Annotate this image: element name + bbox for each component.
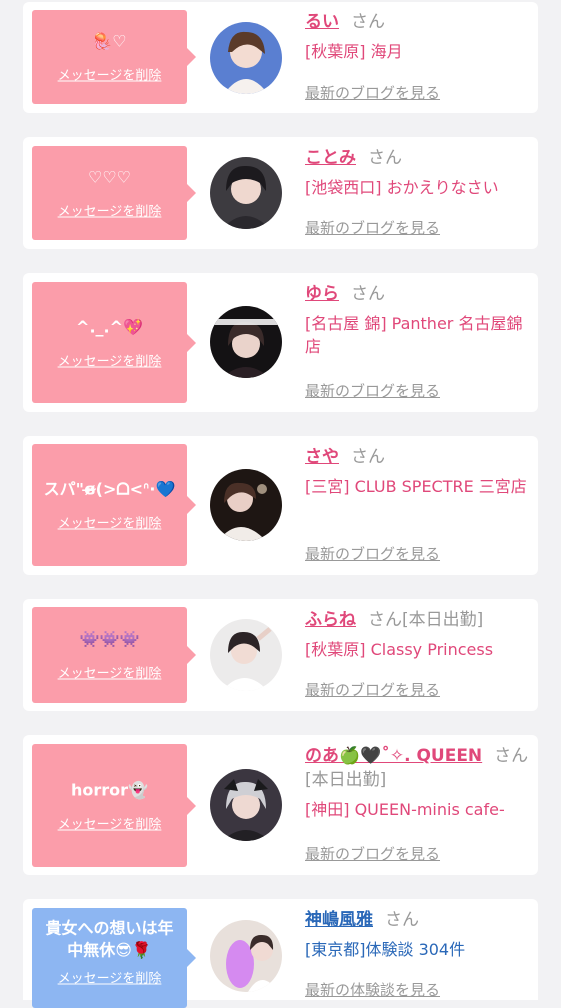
honorific: さん [368, 610, 402, 630]
favorite-card: ♡♡♡ メッセージを削除 ことみ さん [池袋西口] おかえりなさい 最新のブログ… [23, 137, 538, 249]
message-text: 🪼♡ [92, 31, 127, 51]
message-bubble: スパ"ɞ̴̶̷(>ᗝ<ᐢ·💙 メッセージを削除 [32, 444, 196, 566]
cast-name-link[interactable]: るい [305, 12, 339, 32]
cast-name-link[interactable]: 神嶋風雅 [305, 910, 373, 930]
store-text: [秋葉原] Classy Princess [305, 640, 494, 659]
honorific: さん [351, 447, 385, 467]
delete-message-link[interactable]: メッセージを削除 [58, 968, 162, 987]
honorific: さん [351, 284, 385, 304]
latest-blog-link[interactable]: 最新のブログを見る [305, 543, 440, 564]
status-text: [本日出勤] [402, 610, 484, 630]
favorite-card: ^._.^💖 メッセージを削除 ゆら さん [名古屋 錦] Panther 名古屋… [23, 273, 538, 412]
cast-info: ゆら さん [名古屋 錦] Panther 名古屋錦店 [305, 282, 533, 358]
store-text: [神田] QUEEN-minis cafe- [305, 800, 505, 819]
message-text: horror👻 [71, 780, 148, 799]
cast-name-link[interactable]: ふらね [305, 610, 356, 630]
cast-info: さや さん [三宮] CLUB SPECTRE 三宮店 [305, 445, 533, 498]
delete-message-link[interactable]: メッセージを削除 [58, 813, 162, 832]
message-bubble: horror👻 メッセージを削除 [32, 744, 196, 867]
latest-blog-link[interactable]: 最新のブログを見る [305, 217, 440, 238]
cast-name-link[interactable]: ゆら [305, 284, 339, 304]
latest-review-link[interactable]: 最新の体験談を見る [305, 979, 440, 1000]
store-text: [名古屋 錦] Panther 名古屋錦店 [305, 314, 523, 356]
store-text: [秋葉原] 海月 [305, 42, 403, 61]
cast-name-link[interactable]: のあ🍏🖤˚✧. QUEEN [305, 746, 482, 766]
message-text: 👾👾👾 [79, 629, 140, 649]
avatar[interactable] [210, 157, 282, 229]
delete-message-link[interactable]: メッセージを削除 [58, 663, 162, 682]
avatar[interactable] [210, 22, 282, 94]
avatar[interactable] [210, 769, 282, 841]
favorite-card: 貴女への想いは年中無休😎🌹 メッセージを削除 神嶋風雅 さん [東京都]体験談 3… [23, 899, 538, 1008]
delete-message-link[interactable]: メッセージを削除 [58, 513, 162, 532]
cast-name-link[interactable]: ことみ [305, 148, 356, 168]
message-text: スパ"ɞ̴̶̷(>ᗝ<ᐢ·💙 [43, 479, 176, 499]
avatar[interactable] [210, 306, 282, 378]
delete-message-link[interactable]: メッセージを削除 [58, 350, 162, 369]
message-text: 貴女への想いは年中無休😎🌹 [45, 918, 174, 960]
cast-name-link[interactable]: さや [305, 447, 339, 467]
honorific: さん [494, 746, 529, 766]
cast-info: るい さん [秋葉原] 海月 [305, 10, 533, 63]
status-text: [本日出勤] [305, 770, 387, 790]
honorific: さん [351, 12, 385, 32]
favorite-card: horror👻 メッセージを削除 のあ🍏🖤˚✧. QUEEN さん [本日出勤] [… [23, 735, 538, 875]
cast-info: 神嶋風雅 さん [東京都]体験談 304件 [305, 908, 533, 961]
honorific: さん [385, 910, 419, 930]
latest-blog-link[interactable]: 最新のブログを見る [305, 679, 440, 700]
store-text: [三宮] CLUB SPECTRE 三宮店 [305, 477, 527, 496]
favorite-card: スパ"ɞ̴̶̷(>ᗝ<ᐢ·💙 メッセージを削除 さや さん [三宮] CLUB S… [23, 436, 538, 575]
store-text: [池袋西口] おかえりなさい [305, 178, 499, 197]
honorific: さん [368, 148, 402, 168]
store-text: [東京都]体験談 304件 [305, 940, 466, 959]
message-text: ^._.^💖 [76, 317, 143, 336]
cast-info: ことみ さん [池袋西口] おかえりなさい [305, 146, 533, 199]
avatar[interactable] [210, 920, 282, 992]
avatar[interactable] [210, 619, 282, 691]
latest-blog-link[interactable]: 最新のブログを見る [305, 380, 440, 401]
latest-blog-link[interactable]: 最新のブログを見る [305, 82, 440, 103]
cast-info: のあ🍏🖤˚✧. QUEEN さん [本日出勤] [神田] QUEEN-minis c… [305, 744, 533, 821]
cast-info: ふらね さん[本日出勤] [秋葉原] Classy Princess [305, 608, 533, 661]
message-bubble: 👾👾👾 メッセージを削除 [32, 607, 196, 703]
message-bubble: ^._.^💖 メッセージを削除 [32, 282, 196, 403]
favorite-card: 👾👾👾 メッセージを削除 ふらね さん[本日出勤] [秋葉原] Classy Pr… [23, 599, 538, 711]
avatar[interactable] [210, 469, 282, 541]
message-bubble: 貴女への想いは年中無休😎🌹 メッセージを削除 [32, 908, 196, 1008]
latest-blog-link[interactable]: 最新のブログを見る [305, 843, 440, 864]
delete-message-link[interactable]: メッセージを削除 [58, 65, 162, 84]
message-text: ♡♡♡ [87, 167, 132, 187]
message-bubble: ♡♡♡ メッセージを削除 [32, 146, 196, 240]
favorite-card: 🪼♡ メッセージを削除 るい さん [秋葉原] 海月 最新のブログを見る [23, 2, 538, 113]
delete-message-link[interactable]: メッセージを削除 [58, 201, 162, 220]
message-bubble: 🪼♡ メッセージを削除 [32, 10, 196, 104]
